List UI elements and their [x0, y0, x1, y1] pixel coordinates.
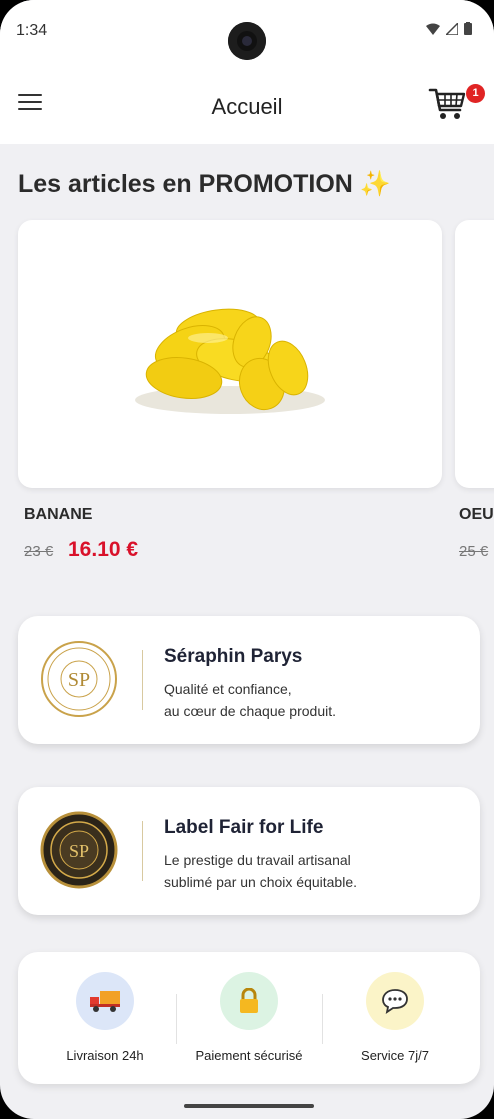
info-line: sublimé par un choix équitable. [164, 874, 358, 890]
features-bar: Livraison 24h Paiement sécurisé Service … [18, 952, 480, 1084]
divider [142, 821, 143, 881]
feature-label: Livraison 24h [66, 1048, 144, 1063]
info-line: au cœur de chaque produit. [164, 703, 336, 719]
product-name: BANANE [24, 506, 93, 523]
product-name: OEU [459, 506, 494, 523]
product-card-oeu[interactable] [455, 220, 494, 488]
info-description: Qualité et confiance, au cœur de chaque … [164, 678, 336, 722]
info-description: Le prestige du travail artisanal sublimé… [164, 849, 357, 893]
app-bar: Accueil 1 [0, 60, 494, 144]
product-card-banane[interactable] [18, 220, 442, 488]
feature-delivery: Livraison 24h [30, 972, 180, 1063]
old-price: 25 € [459, 543, 489, 560]
info-card-fair-for-life: SP Label Fair for Life Le prestige du tr… [18, 787, 480, 915]
cart-icon[interactable] [428, 86, 468, 122]
wifi-icon [426, 23, 440, 35]
fair-for-life-seal-icon: SP [40, 811, 118, 889]
info-title: Label Fair for Life [164, 817, 324, 838]
signal-icon [446, 22, 458, 35]
home-indicator[interactable] [184, 1104, 314, 1108]
info-title: Séraphin Parys [164, 646, 303, 667]
phone-screen: 1:34 Accueil 1 Les articles en PROMOTION… [0, 0, 494, 1119]
feature-label: Paiement sécurisé [195, 1048, 303, 1063]
svg-text:SP: SP [68, 669, 90, 691]
product-image-banane [135, 308, 325, 414]
old-price: 23 € [24, 543, 54, 560]
front-camera [228, 22, 266, 60]
feature-secure-payment: Paiement sécurisé [174, 972, 324, 1063]
divider [142, 650, 143, 710]
status-time: 1:34 [16, 22, 48, 39]
status-bar: 1:34 [0, 0, 494, 60]
sparkles-icon: ✨ [359, 170, 391, 198]
seraphin-parys-logo: SP [41, 641, 117, 717]
speech-bubble-icon [366, 972, 424, 1030]
battery-icon [464, 22, 472, 35]
promotion-section-title: Les articles en PROMOTION ✨ [18, 170, 391, 199]
status-icons [426, 22, 472, 35]
info-line: Qualité et confiance, [164, 681, 292, 697]
page-title: Accueil [211, 94, 283, 119]
lock-icon [220, 972, 278, 1030]
info-card-seraphin-parys: SP Séraphin Parys Qualité et confiance, … [18, 616, 480, 744]
info-line: Le prestige du travail artisanal [164, 852, 351, 868]
svg-text:SP: SP [69, 841, 89, 861]
delivery-truck-icon [76, 972, 134, 1030]
cart-count-badge: 1 [466, 84, 485, 103]
promotion-title-text: Les articles en PROMOTION [18, 170, 353, 198]
feature-label: Service 7j/7 [361, 1048, 429, 1063]
promo-price: 16.10 € [68, 538, 139, 561]
feature-service: Service 7j/7 [320, 972, 470, 1063]
